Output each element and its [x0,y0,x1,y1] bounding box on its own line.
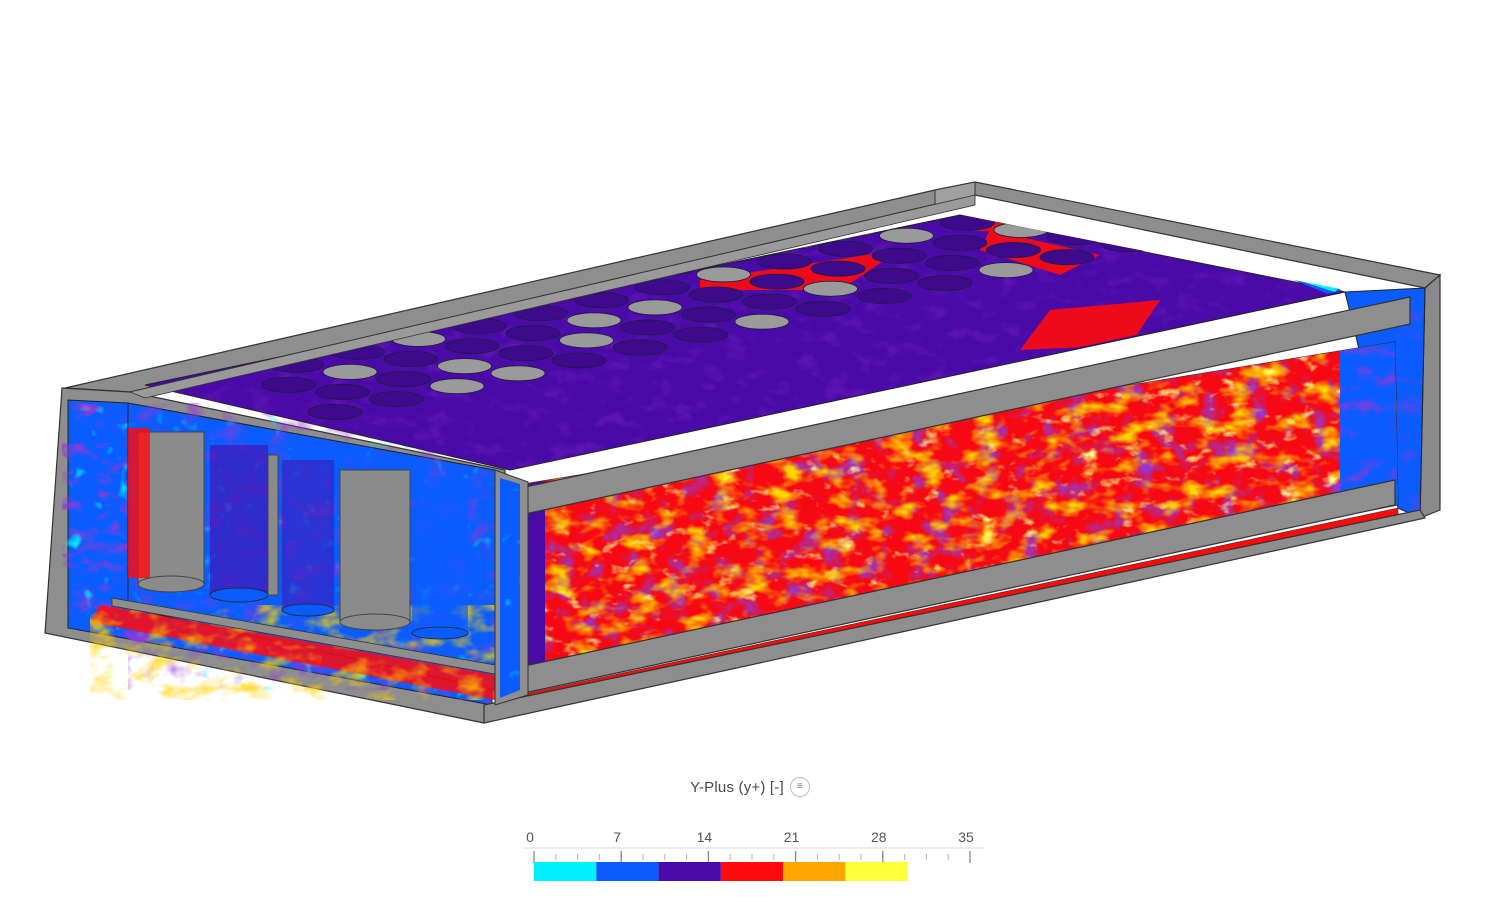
cell-hole [1078,149,1132,164]
cell-hole [169,322,225,339]
cell-hole [498,345,553,362]
cell-hole [917,275,973,291]
cell-hole [993,222,1049,238]
cell-hole [1047,229,1102,246]
cell-hole [291,296,347,313]
cell-hole [383,351,439,367]
cell-hole [803,280,858,297]
legend-color-band [534,862,597,881]
cell-hole [864,267,919,284]
cell-hole [620,319,675,336]
cell-hole [612,339,668,356]
legend-tick-label: 14 [697,829,713,845]
cell-hole [474,257,530,274]
cell-hole [871,247,927,264]
cell-hole [1017,162,1071,177]
cell-hole [1231,191,1285,206]
cell-hole [879,227,934,244]
cell-hole [757,253,812,270]
cell-hole [1100,236,1156,253]
cell-hole [307,404,363,420]
cell-hole [1085,129,1139,144]
cell-hole [657,219,713,236]
3d-viewport[interactable] [0,0,1500,760]
cell-hole [1185,164,1239,179]
cell-hole [505,325,561,342]
cell-hole [559,332,614,349]
cell-hole [696,266,751,283]
cell-hole [376,371,431,387]
legend-title: Y-Plus (y+) [-] ≡ [480,777,1020,798]
cell-hole [413,270,469,287]
legend-color-band [720,862,784,881]
cell-hole [1124,177,1178,192]
cell-hole [932,234,988,251]
cell-hole [627,299,683,316]
cell-hole [1177,184,1231,199]
cell-hole [1116,197,1170,212]
cell-hole [368,391,424,408]
cell-hole [749,273,805,290]
legend-tick-label: 7 [613,829,621,845]
cell-hole [444,338,500,355]
cell-hole [1039,249,1095,266]
cell-hole [718,215,774,223]
cell-hole [230,309,286,326]
cell-hole [1024,142,1078,157]
cell-hole [688,286,744,303]
cell-hole [437,358,492,375]
cell-hole [315,384,370,400]
cell-hole [841,181,895,196]
legend-color-band [783,862,846,881]
cell-hole [963,155,1017,170]
cell-hole [551,352,607,369]
legend-color-band [596,862,659,881]
cell-hole [681,306,736,323]
cell-hole [429,378,485,395]
legend-scale: 0 7 14 21 28 35 [524,829,985,881]
cell-hole [902,168,956,183]
cell-hole [261,376,317,393]
cell-hole [856,287,912,304]
legend-color-band [845,862,908,881]
cell-hole [1139,137,1193,152]
menu-icon[interactable]: ≡ [789,777,810,797]
legend-color-band [658,862,721,881]
legend-tick-label: 35 [958,829,974,845]
cell-hole [596,232,652,249]
cell-hole [780,194,834,209]
cell-hole [1070,170,1124,185]
cell-hole [566,312,622,329]
cell-hole [742,293,797,310]
cell-hole [986,242,1041,258]
cell-hole [535,245,591,261]
cell-hole [925,255,980,271]
cell-hole [352,283,408,300]
legend-tick-label: 28 [871,829,887,845]
cell-hole [490,365,546,382]
color-legend: Y-Plus (y+) [-] ≡ 0 7 14 21 28 35 [480,770,1020,890]
cell-hole [818,240,873,257]
legend-tick-label: 21 [784,829,800,845]
cell-hole [1169,215,1224,220]
cell-hole [940,215,995,231]
legend-title-text: Y-Plus (y+) [-] [690,778,784,796]
cell-hole [734,313,790,330]
cell-hole [673,326,729,343]
battery-pack-model[interactable] [0,0,1500,760]
cell-hole [978,262,1034,279]
cell-hole [322,363,378,380]
cell-hole [795,300,851,317]
cell-hole [810,260,866,277]
cell-hole [1131,157,1185,172]
cell-hole [1222,215,1278,227]
legend-tick-label: 0 [526,829,534,845]
